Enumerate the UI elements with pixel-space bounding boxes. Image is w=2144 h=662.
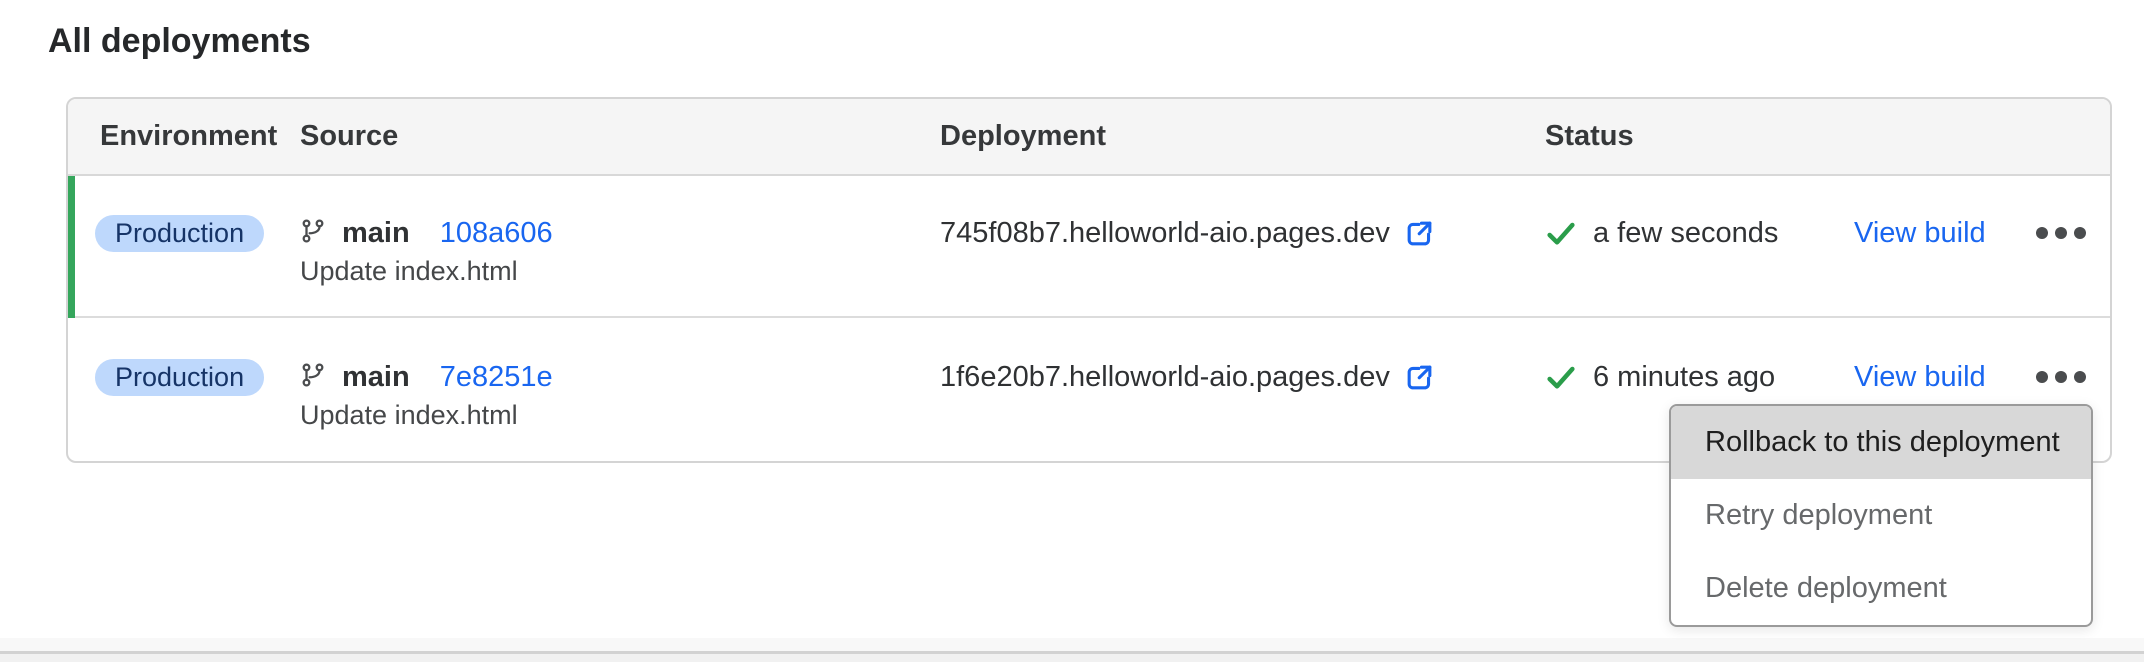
- deployment-cell: 745f08b7.helloworld-aio.pages.dev: [940, 214, 1435, 252]
- table-header-row: Environment Source Deployment Status: [68, 99, 2110, 176]
- branch-name: main: [342, 217, 410, 250]
- external-link-icon[interactable]: [1404, 362, 1435, 393]
- deployment-url: 745f08b7.helloworld-aio.pages.dev: [940, 217, 1390, 250]
- source-cell: main 7e8251e: [300, 358, 553, 396]
- column-header-deployment: Deployment: [940, 99, 1106, 174]
- deployments-page: All deployments Environment Source Deplo…: [0, 0, 2144, 662]
- table-row: Production main 108a606 Update index.htm…: [68, 176, 2110, 318]
- status-time: 6 minutes ago: [1593, 361, 1775, 394]
- status-cell: a few seconds: [1545, 214, 1778, 252]
- row-actions-button[interactable]: [2026, 348, 2096, 406]
- row-actions-menu: Rollback to this deployment Retry deploy…: [1669, 404, 2093, 627]
- commit-message: Update index.html: [300, 256, 518, 286]
- status-time: a few seconds: [1593, 217, 1778, 250]
- commit-link[interactable]: 7e8251e: [440, 361, 553, 394]
- external-link-icon[interactable]: [1404, 218, 1435, 249]
- ellipsis-dot: [2074, 371, 2086, 383]
- environment-badge: Production: [95, 359, 264, 396]
- ellipsis-dot: [2055, 227, 2067, 239]
- view-build-link[interactable]: View build: [1854, 358, 1986, 396]
- commit-link[interactable]: 108a606: [440, 217, 553, 250]
- branch-name: main: [342, 361, 410, 394]
- commit-message: Update index.html: [300, 400, 518, 430]
- section-divider: [0, 638, 2144, 651]
- section-divider-lower: [0, 654, 2144, 662]
- ellipsis-dot: [2055, 371, 2067, 383]
- source-cell: main 108a606: [300, 214, 553, 252]
- column-header-source: Source: [300, 99, 398, 174]
- page-title: All deployments: [48, 20, 311, 62]
- git-branch-icon: [300, 362, 326, 393]
- check-icon: [1545, 361, 1577, 393]
- view-build-link[interactable]: View build: [1854, 214, 1986, 252]
- menu-item-retry[interactable]: Retry deployment: [1671, 479, 2091, 552]
- check-icon: [1545, 217, 1577, 249]
- ellipsis-dot: [2074, 227, 2086, 239]
- ellipsis-dot: [2036, 371, 2048, 383]
- row-actions-button[interactable]: [2026, 204, 2096, 262]
- ellipsis-dot: [2036, 227, 2048, 239]
- status-cell: 6 minutes ago: [1545, 358, 1775, 396]
- current-deployment-indicator: [68, 176, 75, 318]
- deployment-cell: 1f6e20b7.helloworld-aio.pages.dev: [940, 358, 1435, 396]
- menu-item-rollback[interactable]: Rollback to this deployment: [1671, 406, 2091, 479]
- environment-badge: Production: [95, 215, 264, 252]
- column-header-status: Status: [1545, 99, 1634, 174]
- git-branch-icon: [300, 218, 326, 249]
- menu-item-delete[interactable]: Delete deployment: [1671, 552, 2091, 625]
- deployment-url: 1f6e20b7.helloworld-aio.pages.dev: [940, 361, 1390, 394]
- column-header-environment: Environment: [100, 99, 277, 174]
